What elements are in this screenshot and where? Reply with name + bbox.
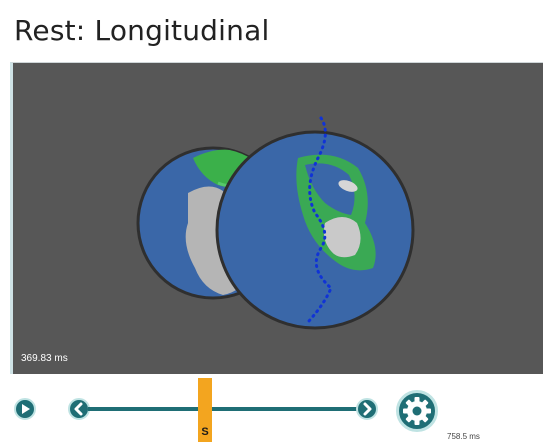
right-sphere bbox=[215, 130, 415, 330]
app-window: Rest: Longitudinal 369.83 ms S 758.5 ms bbox=[0, 0, 543, 442]
page-title: Rest: Longitudinal bbox=[14, 14, 270, 47]
next-button[interactable] bbox=[356, 398, 378, 420]
gear-icon bbox=[403, 397, 431, 425]
chevron-right-icon bbox=[363, 402, 372, 416]
timeline-track[interactable] bbox=[88, 407, 358, 411]
playback-controls: S 758.5 ms bbox=[0, 374, 543, 442]
map-viewport[interactable]: 369.83 ms bbox=[10, 62, 543, 374]
play-icon bbox=[22, 404, 30, 414]
thumb-label: S bbox=[201, 426, 209, 438]
sphere-map-canvas bbox=[136, 116, 415, 330]
chevron-left-icon bbox=[74, 402, 83, 416]
end-time-label: 758.5 ms bbox=[447, 432, 480, 441]
timeline-thumb[interactable]: S bbox=[198, 378, 212, 442]
previous-button[interactable] bbox=[68, 398, 90, 420]
settings-button[interactable] bbox=[396, 390, 438, 432]
current-time-label: 369.83 ms bbox=[21, 353, 68, 364]
play-button[interactable] bbox=[14, 398, 36, 420]
